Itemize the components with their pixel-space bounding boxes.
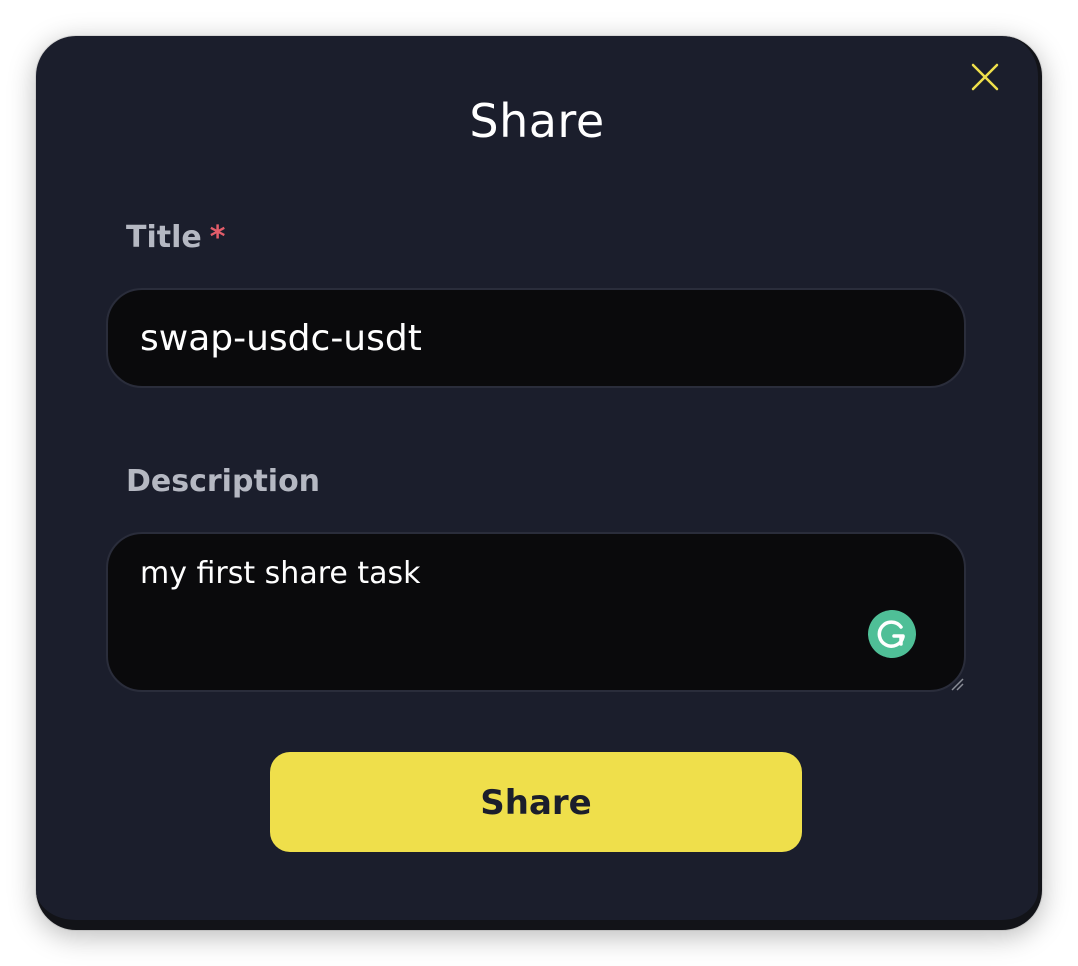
title-input[interactable] (106, 288, 966, 388)
textarea-resize-handle[interactable] (950, 676, 964, 691)
share-dialog: Share Title* Description my first share … (36, 36, 1042, 930)
title-label: Title * (126, 220, 225, 255)
close-button[interactable] (968, 60, 1002, 94)
dialog-title: Share (469, 94, 605, 148)
grammarly-g-glyph (877, 620, 905, 648)
close-icon (971, 63, 999, 91)
required-marker: * (209, 220, 226, 255)
share-button[interactable]: Share (270, 752, 802, 852)
title-label-text: Title (126, 220, 202, 255)
resize-grip-icon (951, 678, 964, 691)
description-input[interactable]: my first share task (106, 532, 966, 692)
grammarly-icon[interactable] (868, 610, 916, 658)
description-label: Description (126, 464, 321, 499)
